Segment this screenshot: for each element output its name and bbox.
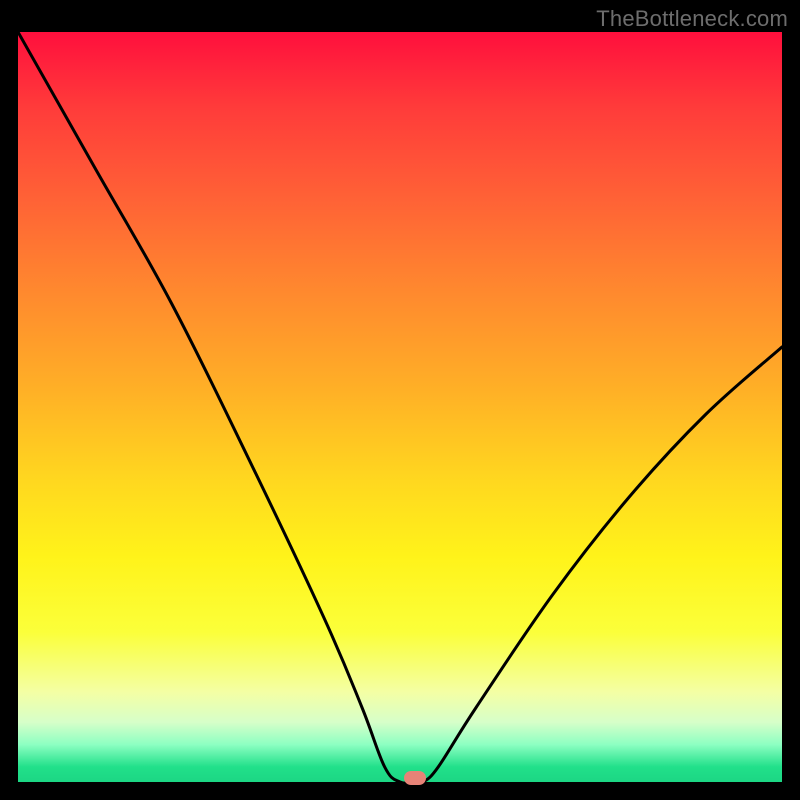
optimal-point-marker: [404, 771, 426, 785]
bottleneck-curve: [18, 32, 782, 782]
plot-area: [18, 32, 782, 782]
watermark-text: TheBottleneck.com: [596, 6, 788, 32]
chart-container: TheBottleneck.com: [0, 0, 800, 800]
